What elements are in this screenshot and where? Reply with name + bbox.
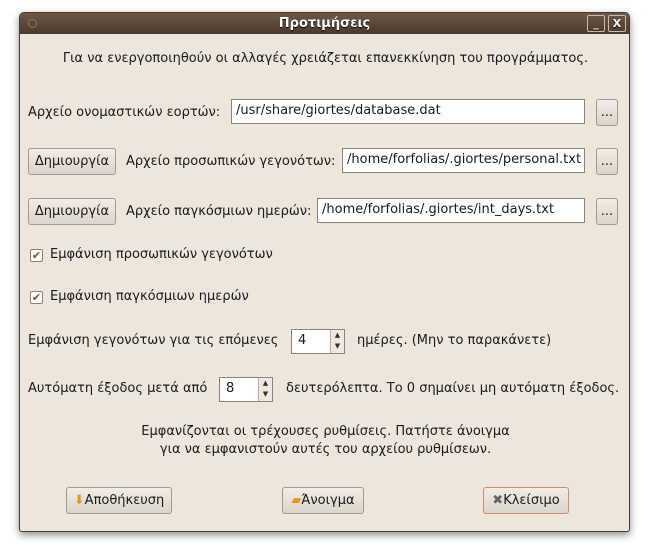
open-label: Άνοιγμα (301, 493, 355, 508)
days-ahead-value: 4 (298, 333, 307, 348)
days-ahead-label: Εμφάνιση γεγονότων για τις επόμενες (28, 333, 279, 348)
intdays-browse-button[interactable]: ... (596, 198, 618, 225)
open-button[interactable]: ▰Άνοιγμα (282, 487, 364, 514)
create-personal-button[interactable]: Δημιουργία (28, 148, 116, 175)
auto-exit-suffix: δευτερόλεπτα. Το 0 σημαίνει μη αυτόματη … (286, 381, 620, 396)
title-bar[interactable]: Προτιμήσεις _ X (20, 13, 629, 34)
personal-browse-button[interactable]: ... (596, 148, 618, 175)
namedays-browse-button[interactable]: ... (596, 99, 618, 126)
minimize-button[interactable]: _ (587, 15, 605, 32)
window-menu-icon[interactable] (28, 19, 37, 28)
save-button[interactable]: ⬇Αποθήκευση (66, 487, 172, 514)
close-icon: ✖ (492, 493, 504, 508)
show-personal-label: Εμφάνιση προσωπικών γεγονότων (50, 247, 273, 262)
days-ahead-suffix: ημέρες. (Μην το παρακάνετε) (357, 333, 552, 348)
days-ahead-spinner[interactable]: 4 ▲ ▼ (291, 329, 345, 354)
show-personal-checkbox[interactable]: ✔ (30, 249, 43, 262)
create-intdays-button[interactable]: Δημιουργία (28, 198, 116, 225)
close-window-button[interactable]: X (608, 15, 626, 32)
auto-exit-value: 8 (226, 381, 235, 396)
personal-file-input[interactable]: /home/forfolias/.giortes/personal.txt (342, 148, 585, 173)
personal-label: Αρχείο προσωπικών γεγονότων: (126, 154, 336, 169)
folder-icon: ▰ (291, 493, 302, 508)
info-line: Εμφανίζονται οι τρέχουσες ρυθμίσεις. Πατ… (141, 424, 510, 439)
auto-exit-spinner[interactable]: 8 ▲ ▼ (219, 377, 273, 402)
namedays-label: Αρχείο ονομαστικών εορτών: (28, 105, 221, 120)
close-label: Κλείσιμο (503, 493, 560, 508)
show-intdays-label: Εμφάνιση παγκόσμιων ημερών (50, 289, 249, 304)
preferences-window: Προτιμήσεις _ X Για να ενεργοποιηθούν οι… (19, 12, 630, 532)
namedays-file-input[interactable]: /usr/share/giortes/database.dat (231, 99, 585, 124)
intdays-file-input[interactable]: /home/forfolias/.giortes/int_days.txt (317, 198, 585, 223)
intdays-label: Αρχείο παγκόσμιων ημερών: (126, 204, 312, 219)
window-title: Προτιμήσεις (278, 16, 371, 31)
restart-notice: Για να ενεργοποιηθούν οι αλλαγές χρειάζε… (62, 51, 589, 66)
spin-arrows-icon[interactable]: ▲ ▼ (258, 378, 272, 401)
save-icon: ⬇ (73, 493, 85, 508)
show-intdays-checkbox[interactable]: ✔ (30, 291, 43, 304)
auto-exit-label: Αυτόματη έξοδος μετά από (28, 381, 208, 396)
info-line: για να εμφανιστούν αυτές του αρχείου ρυθ… (159, 442, 492, 457)
close-button[interactable]: ✖Κλείσιμο (483, 487, 569, 514)
info-text: Εμφανίζονται οι τρέχουσες ρυθμίσεις. Πατ… (20, 423, 629, 459)
spin-arrows-icon[interactable]: ▲ ▼ (330, 330, 344, 353)
save-label: Αποθήκευση (84, 493, 165, 508)
